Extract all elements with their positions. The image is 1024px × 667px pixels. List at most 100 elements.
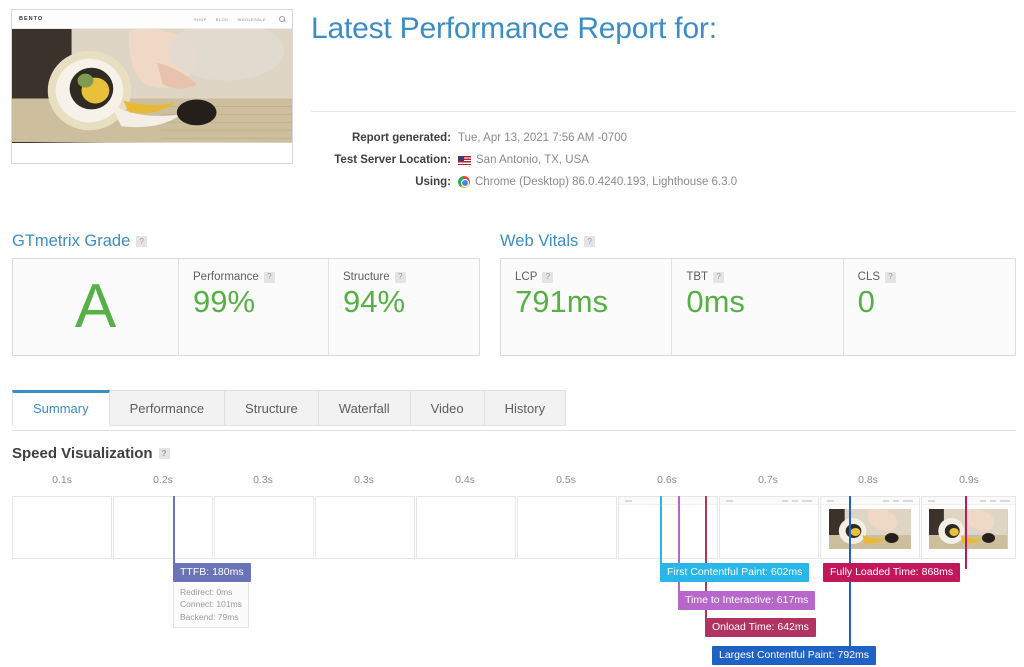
site-nav-item: WHOLESALE	[237, 16, 266, 22]
tab-history[interactable]: History	[484, 390, 567, 426]
web-vitals-heading: Web Vitals ?	[500, 232, 596, 251]
help-icon[interactable]: ?	[713, 271, 725, 283]
filmstrip-frame[interactable]	[517, 496, 617, 559]
cls-label: CLS	[857, 271, 881, 283]
axis-tick: 0.9s	[959, 474, 979, 486]
performance-value: 99%	[193, 284, 256, 319]
ttfb-details: Redirect: 0ms Connect: 101ms Backend: 79…	[173, 583, 249, 628]
structure-value: 94%	[343, 284, 406, 319]
sushi-illustration	[12, 29, 292, 143]
cls-metric-cell: CLS ? 0	[844, 259, 1015, 355]
tab-waterfall[interactable]: Waterfall	[318, 390, 411, 426]
performance-label: Performance	[193, 271, 259, 283]
cls-value: 0	[857, 284, 875, 319]
help-icon[interactable]: ?	[394, 271, 406, 283]
grade-letter-cell: A	[13, 259, 179, 355]
filmstrip-frame[interactable]	[820, 496, 920, 559]
axis-tick: 0.2s	[153, 474, 173, 486]
header-divider	[311, 111, 1016, 112]
frame-sushi-photo	[828, 508, 912, 549]
tab-label: Performance	[129, 401, 205, 416]
report-url-redacted	[311, 58, 741, 94]
axis-tick: 0.4s	[455, 474, 475, 486]
tab-performance[interactable]: Performance	[109, 390, 226, 426]
thumbnail-site-header: BENTO SHOP BLOG WHOLESALE	[12, 10, 292, 29]
axis-tick: 0.3s	[354, 474, 374, 486]
lcp-label: LCP	[515, 271, 538, 283]
tbt-label: TBT	[686, 271, 709, 283]
filmstrip-frame[interactable]	[719, 496, 819, 559]
thumbnail-site-nav: SHOP BLOG WHOLESALE	[194, 16, 285, 22]
speed-visualization-heading: Speed Visualization ?	[12, 445, 170, 462]
frame-sushi-photo	[929, 508, 1008, 549]
help-icon[interactable]: ?	[263, 271, 275, 283]
fcp-badge[interactable]: First Contentful Paint: 602ms	[660, 563, 810, 583]
tab-label: Waterfall	[338, 401, 390, 416]
meta-label: Report generated:	[351, 132, 451, 144]
gtmetrix-grade-title: GTmetrix Grade	[12, 232, 131, 250]
axis-tick: 0.8s	[858, 474, 878, 486]
tti-badge[interactable]: Time to Interactive: 617ms	[678, 591, 816, 611]
ttfb-connect: Connect: 101ms	[180, 599, 242, 610]
site-screenshot-thumbnail[interactable]: BENTO SHOP BLOG WHOLESALE	[11, 9, 293, 164]
grade-letter: A	[74, 272, 117, 341]
filmstrip-frame[interactable]	[416, 496, 516, 559]
report-generated-value: Tue, Apr 13, 2021 7:56 AM -0700	[458, 132, 627, 144]
meta-value: Chrome (Desktop) 86.0.4240.193, Lighthou…	[458, 176, 737, 188]
help-icon[interactable]: ?	[542, 271, 554, 283]
axis-tick: 0.7s	[758, 474, 778, 486]
tabs-bottom-divider	[12, 430, 1016, 431]
performance-metric-cell: Performance ? 99%	[179, 259, 329, 355]
lcp-metric-cell: LCP ? 791ms	[501, 259, 673, 355]
filmstrip-frame[interactable]	[315, 496, 415, 559]
filmstrip-frame[interactable]	[618, 496, 718, 559]
site-nav-item: BLOG	[215, 16, 229, 22]
gtmetrix-grade-card: A Performance ? 99% Structure ? 94%	[12, 258, 480, 356]
web-vitals-title: Web Vitals	[500, 232, 579, 250]
performance-label-row: Performance ?	[193, 271, 314, 283]
help-icon[interactable]: ?	[584, 236, 596, 247]
help-icon[interactable]: ?	[158, 448, 170, 459]
lcp-badge[interactable]: Largest Contentful Paint: 792ms	[712, 646, 877, 666]
filmstrip-frame[interactable]	[113, 496, 213, 559]
meta-value: Tue, Apr 13, 2021 7:56 AM -0700	[458, 132, 627, 144]
tab-label: Structure	[245, 401, 298, 416]
tbt-label-row: TBT ?	[686, 271, 828, 283]
sushi-photo	[12, 29, 292, 143]
tab-label: History	[504, 401, 546, 416]
meta-row-using: Using: Chrome (Desktop) 86.0.4240.193, L…	[311, 171, 1016, 193]
tab-summary[interactable]: Summary	[12, 390, 110, 426]
meta-label: Test Server Location:	[334, 154, 451, 166]
axis-tick: 0.1s	[52, 474, 72, 486]
search-icon	[279, 16, 285, 22]
structure-metric-cell: Structure ? 94%	[329, 259, 479, 355]
meta-row-report-generated: Report generated: Tue, Apr 13, 2021 7:56…	[311, 127, 1016, 149]
frame-site-header	[922, 497, 1015, 505]
speed-visualization-timeline: 0.1s 0.2s 0.3s 0.3s 0.4s 0.5s 0.6s 0.7s …	[12, 474, 1016, 666]
filmstrip-frame[interactable]	[12, 496, 112, 559]
structure-label-row: Structure ?	[343, 271, 465, 283]
filmstrip-frame[interactable]	[214, 496, 314, 559]
report-metadata: Report generated: Tue, Apr 13, 2021 7:56…	[311, 127, 1016, 193]
lcp-value: 791ms	[515, 284, 609, 319]
fully-loaded-badge[interactable]: Fully Loaded Time: 868ms	[823, 563, 961, 583]
help-icon[interactable]: ?	[136, 236, 148, 247]
tab-label: Summary	[33, 401, 89, 416]
fully-loaded-marker-line	[965, 496, 967, 569]
ttfb-marker-line	[173, 496, 175, 569]
onload-badge[interactable]: Onload Time: 642ms	[705, 618, 816, 638]
help-icon[interactable]: ?	[885, 271, 897, 283]
report-tabs: Summary Performance Structure Waterfall …	[12, 390, 567, 426]
tab-label: Video	[430, 401, 464, 416]
page-title: Latest Performance Report for:	[311, 12, 717, 45]
axis-tick: 0.6s	[657, 474, 677, 486]
tab-video[interactable]: Video	[410, 390, 485, 426]
frame-site-header	[619, 497, 717, 505]
chrome-icon	[458, 176, 470, 188]
axis-tick: 0.3s	[253, 474, 273, 486]
tab-structure[interactable]: Structure	[225, 390, 319, 426]
filmstrip-frame[interactable]	[921, 496, 1016, 559]
ttfb-redirect: Redirect: 0ms	[180, 587, 233, 597]
ttfb-badge[interactable]: TTFB: 180ms	[173, 563, 251, 583]
site-logo: BENTO	[19, 16, 44, 22]
